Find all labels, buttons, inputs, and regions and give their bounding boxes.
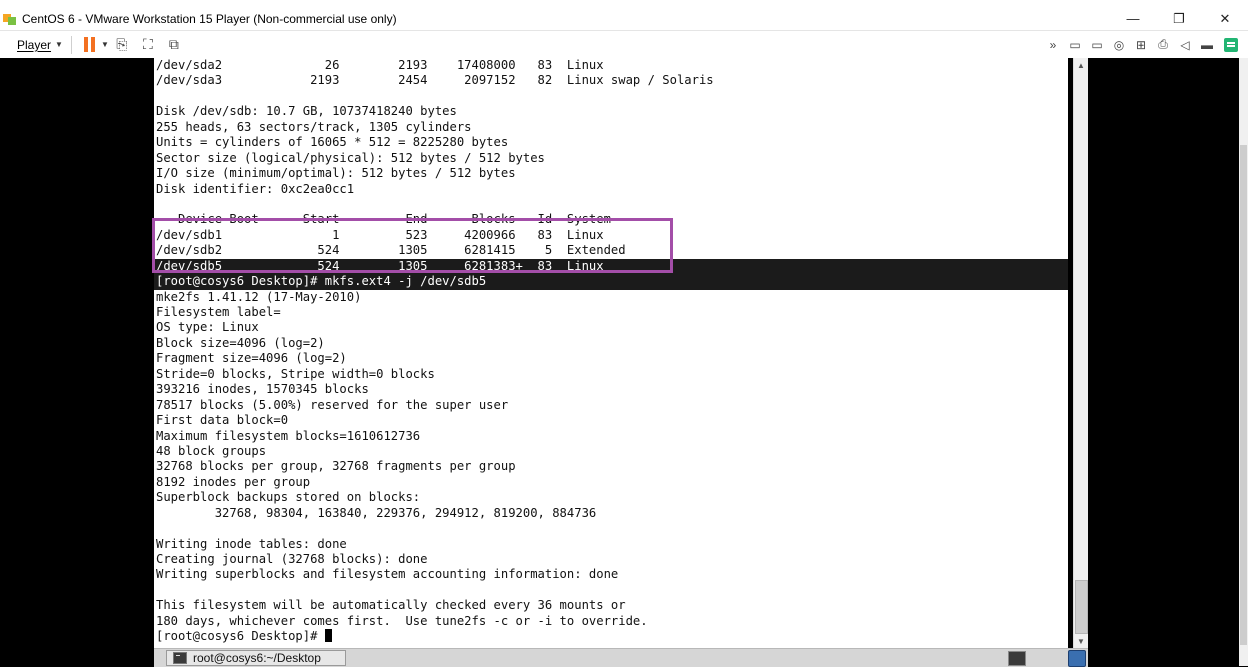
scroll-up-icon[interactable]: ▲ — [1074, 58, 1088, 72]
terminal-line: 393216 inodes, 1570345 blocks — [156, 382, 369, 397]
player-menu[interactable]: Player ▼ — [17, 38, 63, 52]
tray-terminal-icon[interactable] — [1008, 651, 1026, 666]
usb-icon[interactable]: ▬ — [1197, 36, 1217, 54]
fast-forward-icon[interactable]: » — [1043, 36, 1063, 54]
printer-icon[interactable]: ⎙ — [1153, 36, 1173, 54]
player-toolbar: Player ▼ ▼ ⎘ ⛶ ⧉ » ▭ ▭ ◎ ⊞ ⎙ ◁ ▬ — [0, 31, 1248, 59]
terminal-line: First data block=0 — [156, 413, 289, 428]
title-bar: CentOS 6 - VMware Workstation 15 Player … — [0, 7, 1248, 31]
terminal-output: /dev/sda2 26 2193 17408000 83 Linux/dev/… — [154, 58, 1068, 645]
terminal-line: Fragment size=4096 (log=2) — [156, 351, 347, 366]
terminal-line: /dev/sdb1 1 523 4200966 83 Linux — [156, 227, 604, 242]
terminal-line: Maximum filesystem blocks=1610612736 — [156, 428, 421, 443]
terminal-line: /dev/sda2 26 2193 17408000 83 Linux — [156, 58, 604, 72]
restore-button[interactable]: ❐ — [1156, 7, 1202, 30]
terminal-line: 48 block groups — [156, 443, 267, 458]
top-strip — [0, 0, 1248, 7]
minimize-button[interactable]: — — [1110, 7, 1156, 30]
terminal-line: Writing inode tables: done — [156, 536, 347, 551]
terminal-cursor — [324, 629, 332, 643]
host-scroll-thumb[interactable] — [1240, 145, 1247, 645]
terminal-line: 180 days, whichever comes first. Use tun… — [156, 613, 648, 628]
sound-icon[interactable]: ◁ — [1175, 36, 1195, 54]
scroll-down-icon[interactable]: ▼ — [1074, 634, 1088, 648]
terminal-line: /dev/sda3 2193 2454 2097152 82 Linux swa… — [156, 73, 714, 88]
terminal-line: Block size=4096 (log=2) — [156, 335, 325, 350]
player-menu-label: Player — [17, 37, 52, 52]
terminal-line: Stride=0 blocks, Stripe width=0 blocks — [156, 366, 435, 381]
window-title: CentOS 6 - VMware Workstation 15 Player … — [22, 11, 397, 26]
toolbar-divider — [70, 35, 72, 54]
terminal-scrollbar[interactable]: ▲ ▼ — [1073, 58, 1088, 648]
chevron-down-icon: ▼ — [55, 40, 63, 49]
guest-right-margin — [1088, 58, 1248, 666]
terminal-line: 8192 inodes per group — [156, 474, 311, 489]
terminal-line: Creating journal (32768 blocks): done — [156, 552, 428, 566]
pause-button[interactable] — [83, 37, 95, 52]
message-log-icon[interactable] — [1224, 37, 1238, 52]
terminal-line: [root@cosys6 Desktop]# mkfs.ext4 -j /dev… — [154, 274, 1068, 290]
terminal-line: Writing superblocks and filesystem accou… — [156, 567, 619, 582]
terminal-line: Superblock backups stored on blocks: — [156, 490, 421, 505]
terminal-line: 32768, 98304, 163840, 229376, 294912, 81… — [156, 505, 597, 520]
terminal-line: 78517 blocks (5.00%) reserved for the su… — [156, 397, 509, 412]
terminal-line: Sector size (logical/physical): 512 byte… — [156, 150, 545, 165]
terminal-line: This filesystem will be automatically ch… — [156, 598, 626, 613]
pause-chevron-down-icon[interactable]: ▼ — [101, 40, 109, 49]
terminal-line: 32768 blocks per group, 32768 fragments … — [156, 459, 516, 474]
terminal-line: /dev/sdb5 524 1305 6281383+ 83 Linux — [154, 258, 1068, 275]
terminal-line: Disk identifier: 0xc2ea0cc1 — [156, 181, 355, 196]
cd-icon[interactable]: ◎ — [1109, 36, 1129, 54]
unity-icon[interactable]: ⧉ — [165, 36, 183, 54]
vmware-app-icon — [3, 12, 17, 26]
taskbar-window-button[interactable]: root@cosys6:~/Desktop — [166, 650, 346, 666]
terminal-line: OS type: Linux — [156, 320, 259, 335]
terminal-line: Filesystem label= — [156, 305, 281, 319]
terminal-line: Device Boot Start End Blocks Id System — [156, 212, 611, 227]
terminal-line: Units = cylinders of 16065 * 512 = 82252… — [156, 135, 509, 150]
close-button[interactable]: ✕ — [1202, 7, 1248, 30]
hdd-icon[interactable]: ▭ — [1065, 36, 1085, 54]
network-icon[interactable]: ⊞ — [1131, 36, 1151, 54]
terminal-line: mke2fs 1.41.12 (17-May-2010) — [156, 289, 362, 304]
terminal-icon — [173, 652, 187, 664]
terminal-line: 255 heads, 63 sectors/track, 1305 cylind… — [156, 119, 472, 134]
fullscreen-icon[interactable]: ⛶ — [139, 36, 157, 54]
workspace-switcher-icon[interactable] — [1068, 650, 1086, 667]
taskbar-window-label: root@cosys6:~/Desktop — [193, 651, 321, 665]
terminal-window[interactable]: /dev/sda2 26 2193 17408000 83 Linux/dev/… — [154, 58, 1068, 648]
terminal-line: I/O size (minimum/optimal): 512 bytes / … — [156, 166, 516, 181]
send-ctrl-alt-del-icon[interactable]: ⎘ — [113, 36, 131, 54]
guest-taskbar: root@cosys6:~/Desktop — [154, 648, 1088, 667]
terminal-line: Disk /dev/sdb: 10.7 GB, 10737418240 byte… — [156, 104, 457, 119]
terminal-line: [root@cosys6 Desktop]# — [154, 629, 1068, 644]
scroll-thumb[interactable] — [1075, 580, 1088, 634]
terminal-line: /dev/sdb2 524 1305 6281415 5 Extended — [156, 243, 626, 258]
hdd2-icon[interactable]: ▭ — [1087, 36, 1107, 54]
